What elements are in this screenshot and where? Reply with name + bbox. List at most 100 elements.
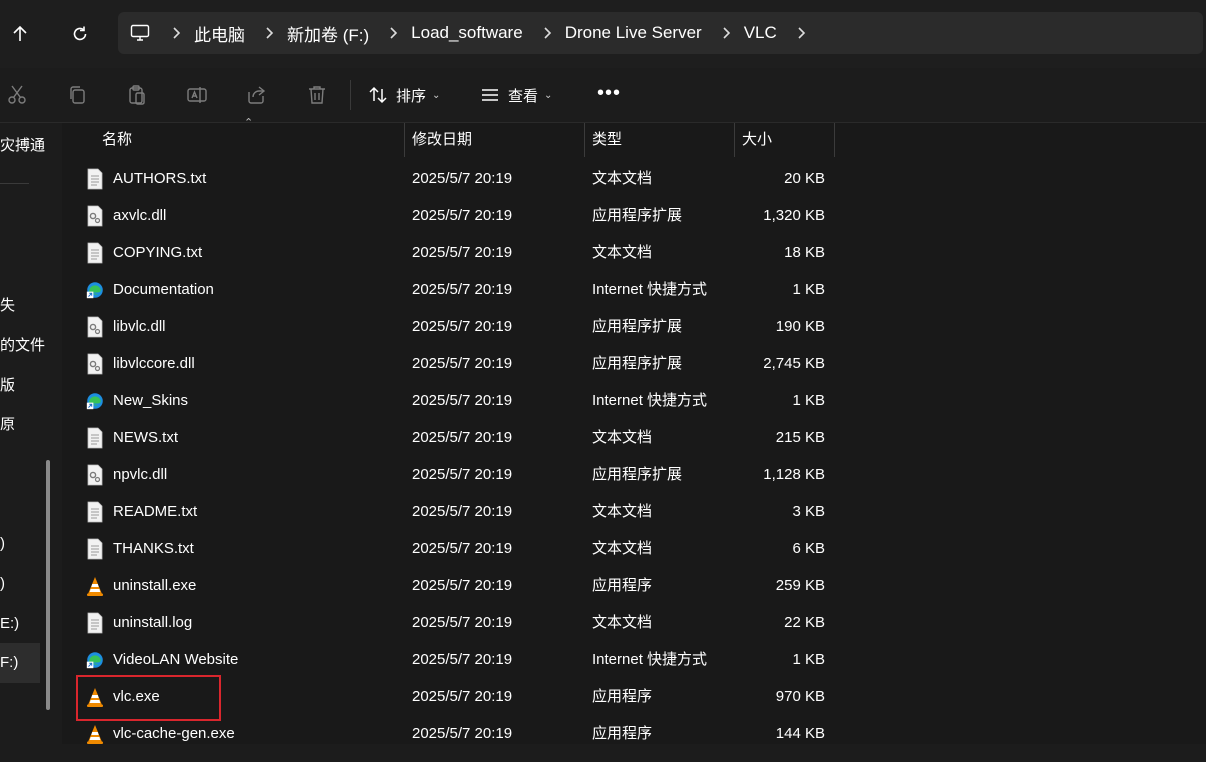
nav-item[interactable]: ): [0, 575, 5, 592]
breadcrumb-label[interactable]: 新加卷 (F:): [283, 21, 379, 46]
file-row[interactable]: README.txt 2025/5/7 20:19 文本文档 3 KB: [62, 493, 1206, 530]
nav-item[interactable]: E:): [0, 615, 19, 632]
file-row[interactable]: NEWS.txt 2025/5/7 20:19 文本文档 215 KB: [62, 419, 1206, 456]
copy-icon[interactable]: [64, 82, 90, 108]
chevron-right-icon[interactable]: [787, 26, 815, 40]
nav-item[interactable]: 版: [0, 374, 15, 395]
file-row[interactable]: COPYING.txt 2025/5/7 20:19 文本文档 18 KB: [62, 234, 1206, 271]
column-size[interactable]: 大小: [742, 123, 772, 157]
file-name[interactable]: COPYING.txt: [113, 244, 202, 261]
nav-item[interactable]: ): [0, 535, 5, 552]
file-row[interactable]: npvlc.dll 2025/5/7 20:19 应用程序扩展 1,128 KB: [62, 456, 1206, 493]
file-name[interactable]: THANKS.txt: [113, 540, 194, 557]
more-options-button[interactable]: •••: [596, 80, 622, 106]
file-date: 2025/5/7 20:19: [412, 429, 513, 446]
column-divider[interactable]: [404, 123, 405, 157]
breadcrumb-item[interactable]: VLC: [712, 12, 787, 54]
chevron-right-icon[interactable]: [533, 26, 561, 40]
delete-icon[interactable]: [304, 82, 330, 108]
nav-item-selected[interactable]: F:): [0, 643, 40, 683]
up-arrow-icon[interactable]: [2, 16, 38, 52]
breadcrumb-item[interactable]: Load_software: [379, 12, 533, 54]
nav-item[interactable]: 的文件: [0, 334, 45, 355]
file-name-cell[interactable]: NEWS.txt: [86, 419, 178, 456]
file-name[interactable]: New_Skins: [113, 392, 188, 409]
text-file-icon: [86, 242, 104, 264]
file-row[interactable]: THANKS.txt 2025/5/7 20:19 文本文档 6 KB: [62, 530, 1206, 567]
file-name[interactable]: NEWS.txt: [113, 429, 178, 446]
edge-shortcut-icon: [86, 390, 104, 412]
column-type[interactable]: 类型: [592, 123, 622, 157]
nav-item[interactable]: 灾搏通: [0, 134, 45, 155]
file-row[interactable]: uninstall.exe 2025/5/7 20:19 应用程序 259 KB: [62, 567, 1206, 604]
navigation-pane: 灾搏通 失 的文件 版 原 ) ) E:) F:): [0, 123, 62, 762]
file-name[interactable]: libvlc.dll: [113, 318, 166, 335]
file-size: 1 KB: [792, 392, 825, 409]
file-row[interactable]: axvlc.dll 2025/5/7 20:19 应用程序扩展 1,320 KB: [62, 197, 1206, 234]
file-name[interactable]: VideoLAN Website: [113, 651, 238, 668]
file-row[interactable]: vlc.exe 2025/5/7 20:19 应用程序 970 KB: [62, 678, 1206, 715]
file-name-cell[interactable]: libvlccore.dll: [86, 345, 195, 382]
address-bar[interactable]: 此电脑 新加卷 (F:) Load_software Drone Live Serve…: [118, 12, 1203, 54]
file-name[interactable]: uninstall.exe: [113, 577, 196, 594]
file-name[interactable]: npvlc.dll: [113, 466, 167, 483]
file-date: 2025/5/7 20:19: [412, 281, 513, 298]
file-type: Internet 快捷方式: [592, 651, 708, 668]
file-row[interactable]: Documentation 2025/5/7 20:19 Internet 快捷方式…: [62, 271, 1206, 308]
file-name[interactable]: README.txt: [113, 503, 197, 520]
file-row[interactable]: libvlccore.dll 2025/5/7 20:19 应用程序扩展 2,745 …: [62, 345, 1206, 382]
breadcrumb-expand[interactable]: [787, 12, 815, 54]
chevron-right-icon[interactable]: [255, 26, 283, 40]
refresh-icon[interactable]: [62, 16, 98, 52]
column-name[interactable]: 名称: [102, 123, 132, 157]
file-name-cell[interactable]: COPYING.txt: [86, 234, 202, 271]
file-row[interactable]: libvlc.dll 2025/5/7 20:19 应用程序扩展 190 KB: [62, 308, 1206, 345]
view-menu-button[interactable]: 查看 ⌄: [480, 82, 552, 108]
file-name[interactable]: axvlc.dll: [113, 207, 166, 224]
file-name-cell[interactable]: README.txt: [86, 493, 197, 530]
file-row[interactable]: VideoLAN Website 2025/5/7 20:19 Internet 快…: [62, 641, 1206, 678]
file-name-cell[interactable]: uninstall.exe: [86, 567, 196, 604]
file-name-cell[interactable]: npvlc.dll: [86, 456, 167, 493]
nav-scrollbar[interactable]: [46, 460, 50, 710]
breadcrumb-label[interactable]: VLC: [740, 23, 787, 43]
file-name-cell[interactable]: THANKS.txt: [86, 530, 194, 567]
chevron-right-icon[interactable]: [712, 26, 740, 40]
file-name[interactable]: uninstall.log: [113, 614, 192, 631]
breadcrumb-label[interactable]: Drone Live Server: [561, 23, 712, 43]
file-name-cell[interactable]: uninstall.log: [86, 604, 192, 641]
file-name-cell[interactable]: Documentation: [86, 271, 214, 308]
column-divider[interactable]: [584, 123, 585, 157]
file-name[interactable]: libvlccore.dll: [113, 355, 195, 372]
breadcrumb-item[interactable]: 新加卷 (F:): [255, 12, 379, 54]
chevron-right-icon[interactable]: [379, 26, 407, 40]
rename-icon[interactable]: [184, 82, 210, 108]
nav-item[interactable]: 失: [0, 294, 15, 315]
paste-icon[interactable]: [124, 82, 150, 108]
file-row[interactable]: New_Skins 2025/5/7 20:19 Internet 快捷方式 1 KB: [62, 382, 1206, 419]
breadcrumb-item[interactable]: Drone Live Server: [533, 12, 712, 54]
file-row[interactable]: AUTHORS.txt 2025/5/7 20:19 文本文档 20 KB: [62, 160, 1206, 197]
file-row[interactable]: uninstall.log 2025/5/7 20:19 文本文档 22 KB: [62, 604, 1206, 641]
share-icon[interactable]: [244, 82, 270, 108]
file-name-cell[interactable]: libvlc.dll: [86, 308, 166, 345]
file-name-cell[interactable]: New_Skins: [86, 382, 188, 419]
file-name-cell[interactable]: axvlc.dll: [86, 197, 166, 234]
nav-item[interactable]: 原: [0, 413, 15, 434]
cut-icon[interactable]: [4, 82, 30, 108]
file-name[interactable]: Documentation: [113, 281, 214, 298]
file-name-cell[interactable]: VideoLAN Website: [86, 641, 238, 678]
column-divider[interactable]: [834, 123, 835, 157]
sort-menu-button[interactable]: 排序 ⌄: [368, 82, 440, 108]
text-file-icon: [86, 538, 104, 560]
breadcrumb-label[interactable]: Load_software: [407, 23, 533, 43]
breadcrumb-label[interactable]: 此电脑: [190, 21, 255, 46]
breadcrumb-item[interactable]: 此电脑: [162, 12, 255, 54]
breadcrumb: 此电脑 新加卷 (F:) Load_software Drone Live Serve…: [162, 12, 815, 54]
column-divider[interactable]: [734, 123, 735, 157]
file-name[interactable]: vlc-cache-gen.exe: [113, 725, 235, 742]
file-name-cell[interactable]: AUTHORS.txt: [86, 160, 206, 197]
file-name[interactable]: AUTHORS.txt: [113, 170, 206, 187]
column-date[interactable]: 修改日期: [412, 123, 472, 157]
chevron-right-icon[interactable]: [162, 26, 190, 40]
